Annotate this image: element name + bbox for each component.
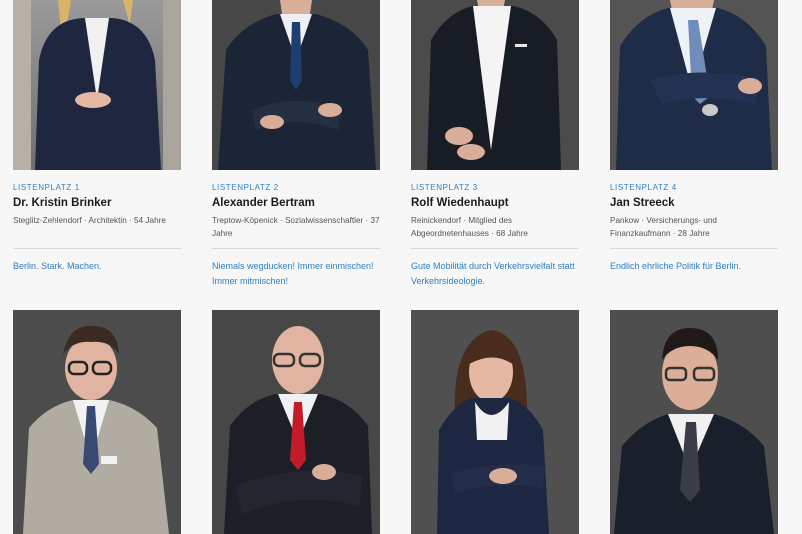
list-rank: LISTENPLATZ 3 [411,183,478,192]
card-divider [610,248,778,249]
candidate-meta: Steglitz-Zehlendorf · Architektin · 54 J… [13,216,166,225]
candidate-slogan: Gute Mobilität durch Verkehrsvielfalt st… [411,261,575,286]
candidate-photo[interactable] [411,0,579,170]
candidate-name[interactable]: Dr. Kristin Brinker [13,196,181,210]
candidate-meta: Reinickendorf · Mitglied des Abgeordnete… [411,216,528,238]
candidate-name[interactable]: Rolf Wiedenhaupt [411,196,579,210]
candidate-card-6[interactable] [212,310,380,534]
candidate-card-1[interactable]: LISTENPLATZ 1 Dr. Kristin Brinker Stegli… [13,0,181,274]
candidate-card-4[interactable]: LISTENPLATZ 4 Jan Streeck Pankow · Versi… [610,0,778,274]
candidate-meta: Pankow · Versicherungs- und Finanzkaufma… [610,216,717,238]
candidate-photo[interactable] [212,310,380,534]
candidate-slogan: Niemals wegducken! Immer einmischen! Imm… [212,261,374,286]
candidate-card-5[interactable] [13,310,181,534]
candidate-photo[interactable] [13,310,181,534]
candidate-card-7[interactable] [411,310,579,534]
card-divider [411,248,579,249]
candidate-card-3[interactable]: LISTENPLATZ 3 Rolf Wiedenhaupt Reinicken… [411,0,579,288]
candidate-photo[interactable] [212,0,380,170]
candidate-meta: Treptow-Köpenick · Sozialwissenschaftler… [212,216,380,238]
list-rank: LISTENPLATZ 4 [610,183,677,192]
candidate-card-8[interactable] [610,310,778,534]
candidate-photo[interactable] [610,310,778,534]
candidate-photo[interactable] [13,0,181,170]
card-divider [13,248,181,249]
candidate-photo[interactable] [411,310,579,534]
list-rank: LISTENPLATZ 1 [13,183,80,192]
list-rank: LISTENPLATZ 2 [212,183,279,192]
card-divider [212,248,380,249]
candidate-slogan: Endlich ehrliche Politik für Berlin. [610,261,742,271]
candidate-name[interactable]: Jan Streeck [610,196,778,210]
candidate-photo[interactable] [610,0,778,170]
candidate-card-2[interactable]: LISTENPLATZ 2 Alexander Bertram Treptow-… [212,0,380,288]
candidate-name[interactable]: Alexander Bertram [212,196,380,210]
candidate-slogan: Berlin. Stark. Machen. [13,261,102,271]
